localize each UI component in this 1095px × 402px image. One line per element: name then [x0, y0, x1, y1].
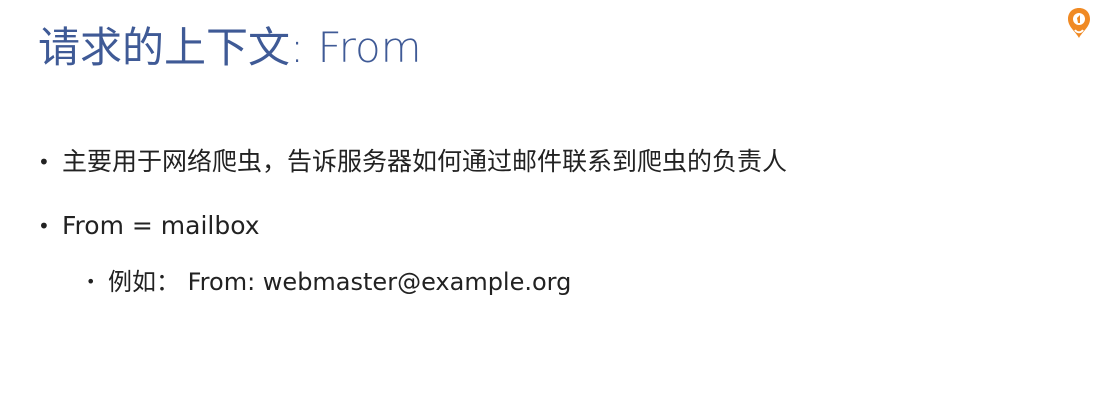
- bullet-dot: •: [38, 214, 50, 238]
- orange-drop-logo-icon: [1066, 6, 1092, 40]
- slide-title: 请求的上下文: From: [38, 23, 422, 72]
- slide: 请求的上下文: From • 主要用于网络爬虫，告诉服务器如何通过邮件联系到爬虫…: [0, 0, 1095, 402]
- bullet-text: 主要用于网络爬虫，告诉服务器如何通过邮件联系到爬虫的负责人: [62, 147, 788, 176]
- bullet-dot: •: [86, 272, 96, 291]
- sub-bullet-text: 例如： From: webmaster@example.org: [108, 268, 572, 296]
- bullet-dot: •: [38, 150, 50, 174]
- bullet-text: From = mailbox: [62, 211, 260, 240]
